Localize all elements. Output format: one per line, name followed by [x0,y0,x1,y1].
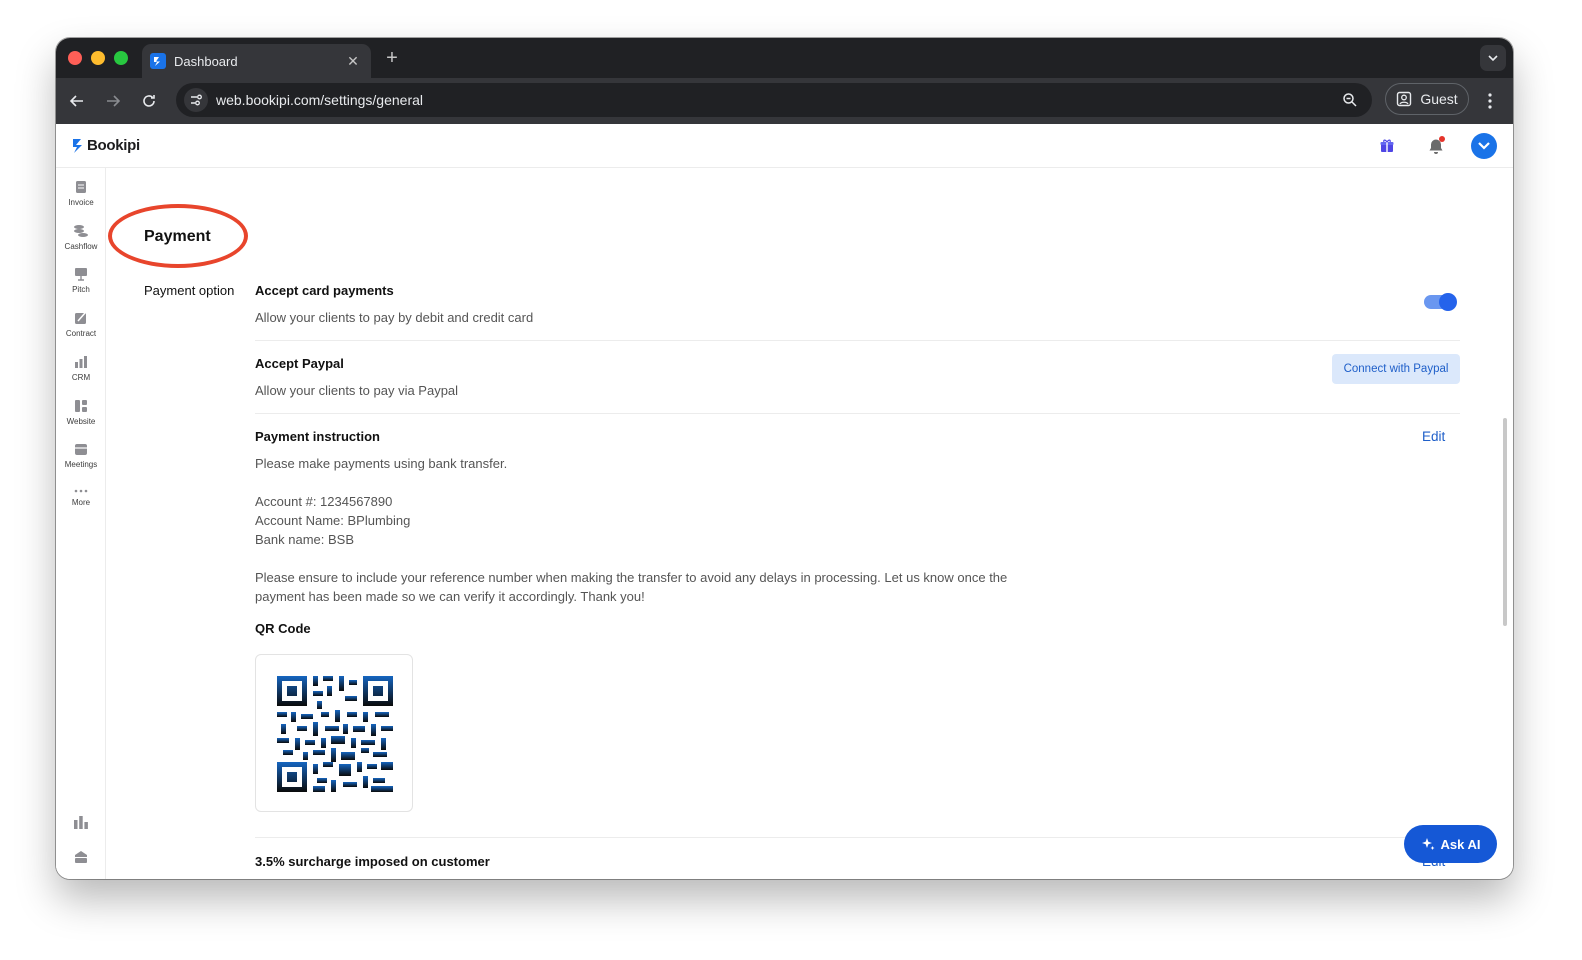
bookipi-logo-icon [73,138,82,153]
bank-name: Bank name: BSB [255,532,354,547]
cashflow-icon [74,225,88,237]
app-header: Bookipi [56,124,1513,168]
tab-search-button[interactable] [1480,45,1506,71]
sidebar-item-label: Cashflow [64,242,98,251]
payment-instruction-title: Payment instruction [255,429,380,444]
instruction-note: payment has been made so we can verify i… [255,589,645,604]
browser-menu-button[interactable] [1480,90,1500,112]
paypal-description: Allow your clients to pay via Paypal [255,383,459,398]
back-button[interactable] [66,90,88,112]
gift-button[interactable] [1376,135,1398,157]
sidebar-item-contract[interactable]: Contract [56,311,106,338]
sidebar-item-label: CRM [71,373,91,382]
card-payments-title: Accept card payments [255,283,394,298]
account-number: Account #: 1234567890 [255,494,393,509]
card-payments-toggle[interactable] [1424,293,1457,311]
sidebar-item-label: Pitch [72,285,90,294]
sidebar-item-label: Meetings [64,460,98,469]
chevron-down-icon [1488,55,1498,62]
tab-strip: Dashboard ✕ + [56,38,1513,78]
notification-badge [1439,136,1445,142]
reports-icon[interactable] [73,814,89,830]
user-avatar[interactable] [1471,133,1497,159]
new-tab-button[interactable]: + [380,46,404,70]
reload-button[interactable] [138,90,160,112]
sidebar-item-website[interactable]: Website [56,399,106,426]
sidebar-item-label: Invoice [68,198,94,207]
browser-window: Dashboard ✕ + web.bookipi.com/settings/g… [56,38,1513,879]
kebab-menu-icon [1488,93,1492,109]
more-icon [74,489,88,493]
sidebar-item-cashflow[interactable]: Cashflow [56,224,106,251]
sidebar-item-meetings[interactable]: Meetings [56,442,106,469]
divider [255,340,1460,341]
card-payments-description: Allow your clients to pay by debit and c… [255,310,534,325]
browser-toolbar: web.bookipi.com/settings/general Guest [56,78,1513,124]
qr-code-image [277,676,393,792]
sidebar-item-label: Website [66,417,96,426]
toggle-knob [1439,293,1457,311]
sidebar-item-more[interactable]: More [56,488,106,507]
url-text[interactable]: web.bookipi.com/settings/general [216,92,1342,108]
zoom-icon[interactable] [1342,92,1358,108]
reload-icon [143,95,155,107]
contract-icon [75,312,86,324]
brand-name: Bookipi [87,137,140,154]
profile-label: Guest [1420,91,1458,107]
browser-tab[interactable]: Dashboard ✕ [142,44,371,78]
settings-content: Payment Payment option Accept card payme… [106,168,1499,879]
profile-button[interactable]: Guest [1385,83,1469,115]
address-bar[interactable]: web.bookipi.com/settings/general [176,83,1372,117]
invoice-icon [76,181,86,193]
chevron-down-icon [1478,142,1490,150]
paypal-title: Accept Paypal [255,356,344,371]
bank-icon[interactable] [73,849,89,865]
sidebar-item-crm[interactable]: CRM [56,355,106,382]
arrow-right-icon [107,95,121,107]
crm-icon [75,356,87,368]
edit-instruction-link[interactable]: Edit [1422,429,1445,444]
tab-close-icon[interactable]: ✕ [345,53,361,70]
sidebar-item-label: More [71,498,91,507]
sidebar-item-label: Contract [65,329,97,338]
ask-ai-button[interactable]: Ask AI [1404,825,1497,863]
connect-paypal-button[interactable]: Connect with Paypal [1332,354,1460,384]
payment-option-label: Payment option [144,283,235,298]
tab-title: Dashboard [174,53,238,69]
maximize-window-button[interactable] [114,51,128,65]
pitch-icon [75,268,87,281]
sparkle-icon [1421,838,1434,850]
website-icon [75,400,87,412]
arrow-left-icon [69,95,83,107]
profile-icon [1397,91,1412,107]
notifications-button[interactable] [1425,135,1447,157]
app-sidebar: Invoice Cashflow Pitch Contract CRM Webs… [56,168,106,879]
gift-icon [1380,139,1394,152]
app-viewport: Bookipi Invoice Cashflow Pitch Contract … [56,124,1513,879]
site-info-icon[interactable] [184,88,208,112]
divider [255,413,1460,414]
bookipi-favicon-icon [150,53,166,69]
instruction-note: Please ensure to include your reference … [255,570,1008,585]
instruction-line: Please make payments using bank transfer… [255,456,508,471]
minimize-window-button[interactable] [91,51,105,65]
payment-section-title: Payment [144,228,211,245]
sidebar-item-invoice[interactable]: Invoice [56,180,106,207]
account-name: Account Name: BPlumbing [255,513,411,528]
surcharge-title: 3.5% surcharge imposed on customer [255,854,490,869]
divider [255,837,1460,838]
content-scrollbar[interactable] [1503,418,1507,626]
meetings-icon [75,444,87,455]
qr-code-frame [255,654,413,812]
brand-logo[interactable]: Bookipi [72,137,140,154]
qr-code-label: QR Code [255,621,311,636]
close-window-button[interactable] [68,51,82,65]
ask-ai-label: Ask AI [1440,836,1481,852]
forward-button[interactable] [102,90,124,112]
sidebar-item-pitch[interactable]: Pitch [56,267,106,294]
